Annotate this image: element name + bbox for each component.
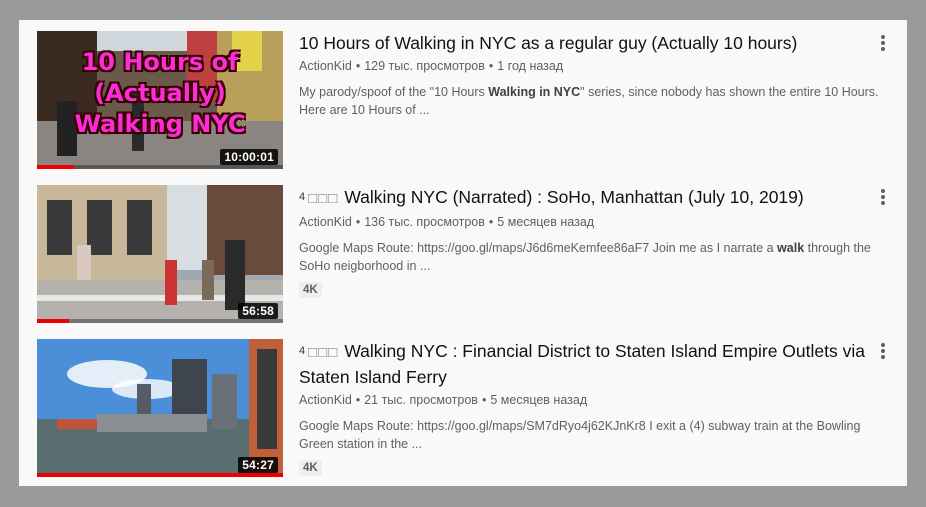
duration-badge: 10:00:01 xyxy=(220,149,278,165)
upload-age: 1 год назад xyxy=(497,59,564,73)
watch-progress-fill xyxy=(37,165,74,169)
video-thumbnail[interactable]: 54:27 xyxy=(37,339,283,477)
video-result-2[interactable]: 56:58 4 □□□ Walking NYC (Narrated) : SoHo,… xyxy=(37,185,897,325)
video-title-text[interactable]: Walking NYC : Financial District to Stat… xyxy=(299,341,865,387)
more-vertical-icon[interactable] xyxy=(875,343,891,363)
separator-dot: • xyxy=(355,59,361,73)
more-vertical-icon[interactable] xyxy=(875,35,891,55)
video-result-3[interactable]: 54:27 4 □□□ Walking NYC : Financial Distri… xyxy=(37,339,897,479)
separator-dot: • xyxy=(355,215,361,229)
description-text: Google Maps Route: https://goo.gl/maps/S… xyxy=(299,419,861,451)
video-thumbnail[interactable]: 56:58 xyxy=(37,185,283,323)
more-vertical-icon[interactable] xyxy=(875,189,891,209)
video-info: 10 Hours of Walking in NYC as a regular … xyxy=(299,31,879,119)
separator-dot: • xyxy=(481,393,487,407)
description-text: My parody/spoof of the "10 Hours xyxy=(299,85,489,99)
description-highlight: Walking in NYC xyxy=(488,85,581,99)
description-highlight: walk xyxy=(777,241,805,255)
video-thumbnail[interactable]: 10 Hours of (Actually) Walking NYC 10:00… xyxy=(37,31,283,169)
watch-progress-track xyxy=(37,473,283,477)
watch-progress-track xyxy=(37,165,283,169)
overlay-line-2: (Actually) xyxy=(94,79,226,107)
video-meta: ActionKid • 21 тыс. просмотров • 5 месяцев н… xyxy=(299,391,869,409)
watch-progress-track xyxy=(37,319,283,323)
quality-badge: 4K xyxy=(299,460,322,476)
video-info: 4 □□□ Walking NYC (Narrated) : SoHo, Manha… xyxy=(299,185,871,298)
watch-progress-fill xyxy=(37,319,69,323)
video-title[interactable]: 4 □□□ Walking NYC : Financial District to … xyxy=(299,339,869,389)
quality-badge: 4K xyxy=(299,282,322,298)
view-count: 21 тыс. просмотров xyxy=(364,393,478,407)
separator-dot: • xyxy=(488,215,494,229)
video-description: Google Maps Route: https://goo.gl/maps/S… xyxy=(299,417,881,453)
upload-age: 5 месяцев назад xyxy=(497,215,595,229)
overlay-line-1: 10 Hours of xyxy=(81,48,239,76)
video-title[interactable]: 4 □□□ Walking NYC (Narrated) : SoHo, Manha… xyxy=(299,185,869,211)
video-description: My parody/spoof of the "10 Hours Walking… xyxy=(299,83,881,119)
video-title[interactable]: 10 Hours of Walking in NYC as a regular … xyxy=(299,31,869,55)
duration-badge: 54:27 xyxy=(238,457,278,473)
title-prefix: 4 xyxy=(299,345,306,357)
title-missing-glyphs: □□□ xyxy=(308,344,339,361)
separator-dot: • xyxy=(488,59,494,73)
title-prefix: 4 xyxy=(299,191,306,203)
view-count: 136 тыс. просмотров xyxy=(364,215,485,229)
view-count: 129 тыс. просмотров xyxy=(364,59,485,73)
thumbnail-overlay-title: 10 Hours of (Actually) Walking NYC xyxy=(37,47,283,140)
watch-progress-fill xyxy=(37,473,283,477)
overlay-line-3: Walking NYC xyxy=(74,110,246,138)
video-info: 4 □□□ Walking NYC : Financial District to … xyxy=(299,339,869,476)
duration-badge: 56:58 xyxy=(238,303,278,319)
title-missing-glyphs: □□□ xyxy=(308,190,339,207)
video-result-1[interactable]: 10 Hours of (Actually) Walking NYC 10:00… xyxy=(37,31,897,171)
video-title-text[interactable]: 10 Hours of Walking in NYC as a regular … xyxy=(299,33,797,53)
video-meta: ActionKid • 129 тыс. просмотров • 1 год наза… xyxy=(299,57,869,75)
video-meta: ActionKid • 136 тыс. просмотров • 5 месяцев … xyxy=(299,213,869,231)
description-text: Google Maps Route: https://goo.gl/maps/J… xyxy=(299,241,778,255)
channel-name[interactable]: ActionKid xyxy=(299,215,352,229)
channel-name[interactable]: ActionKid xyxy=(299,59,352,73)
upload-age: 5 месяцев назад xyxy=(490,393,588,407)
video-description: Google Maps Route: https://goo.gl/maps/J… xyxy=(299,239,881,275)
results-panel: 10 Hours of (Actually) Walking NYC 10:00… xyxy=(19,20,907,486)
separator-dot: • xyxy=(355,393,361,407)
video-title-text[interactable]: Walking NYC (Narrated) : SoHo, Manhattan… xyxy=(344,187,803,207)
channel-name[interactable]: ActionKid xyxy=(299,393,352,407)
